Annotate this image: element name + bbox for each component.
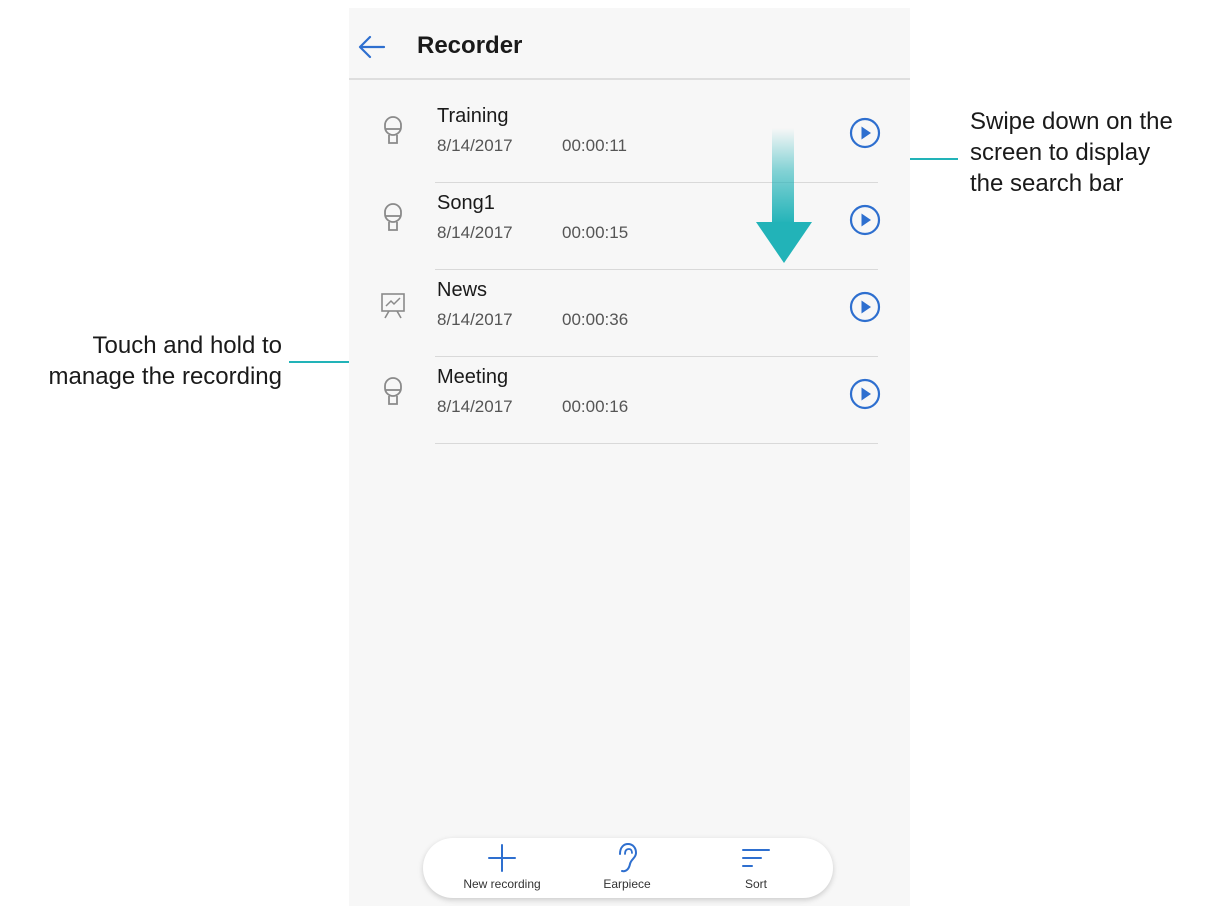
- swipe-annotation: Swipe down on the screen to display the …: [970, 106, 1215, 199]
- phone-screen: Recorder Training 8/14/2017 00:00:11 Son…: [349, 8, 910, 906]
- recording-name: Meeting: [437, 366, 509, 388]
- bottom-toolbar: New recording Earpiece Sort: [423, 838, 833, 898]
- new-recording-button[interactable]: New recording: [442, 838, 562, 898]
- presentation-icon: [373, 286, 413, 326]
- play-icon: [849, 117, 881, 149]
- recording-date: 8/14/2017: [437, 397, 513, 416]
- plus-icon: [484, 840, 520, 876]
- ear-icon: [609, 840, 645, 876]
- recording-date: 8/14/2017: [437, 223, 513, 242]
- stage: Touch and hold to manage the recording S…: [0, 0, 1215, 906]
- recording-name: News: [437, 279, 488, 301]
- recording-duration: 00:00:36: [562, 310, 629, 329]
- recording-row-training[interactable]: Training 8/14/2017 00:00:11: [349, 96, 910, 183]
- play-button[interactable]: [848, 377, 882, 411]
- recording-duration: 00:00:11: [562, 136, 627, 155]
- sort-icon: [738, 840, 774, 876]
- recording-date: 8/14/2017: [437, 310, 513, 329]
- page-title: Recorder: [417, 32, 523, 59]
- recording-list: Training 8/14/2017 00:00:11 Song1 8/14/2…: [349, 96, 910, 444]
- recording-date: 8/14/2017: [437, 136, 513, 155]
- recording-duration: 00:00:16: [562, 397, 629, 416]
- microphone-icon: [373, 373, 413, 413]
- hold-annotation: Touch and hold to manage the recording: [0, 330, 282, 392]
- back-button[interactable]: [355, 30, 389, 64]
- play-icon: [849, 378, 881, 410]
- microphone-icon: [373, 112, 413, 152]
- play-button[interactable]: [848, 290, 882, 324]
- earpiece-label: Earpiece: [603, 877, 651, 891]
- play-button[interactable]: [848, 203, 882, 237]
- microphone-icon: [373, 199, 413, 239]
- recording-row-news[interactable]: News 8/14/2017 00:00:36: [349, 270, 910, 357]
- recording-row-song1[interactable]: Song1 8/14/2017 00:00:15: [349, 183, 910, 270]
- recording-name: Training: [437, 105, 509, 127]
- recording-duration: 00:00:15: [562, 223, 629, 242]
- play-icon: [849, 204, 881, 236]
- swipe-annotation-line2: screen to display: [970, 139, 1151, 166]
- play-icon: [849, 291, 881, 323]
- new-recording-label: New recording: [463, 877, 541, 891]
- play-button[interactable]: [848, 116, 882, 150]
- swipe-down-arrow-icon: [756, 128, 812, 263]
- sort-button[interactable]: Sort: [696, 838, 816, 898]
- swipe-annotation-line3: the search bar: [970, 170, 1124, 197]
- row-divider: [435, 443, 878, 444]
- sort-label: Sort: [744, 877, 767, 891]
- recording-name: Song1: [437, 192, 495, 214]
- app-header: Recorder: [349, 8, 910, 80]
- hold-annotation-line1: Touch and hold to: [92, 332, 282, 359]
- back-arrow-icon: [358, 35, 386, 59]
- swipe-annotation-line1: Swipe down on the: [970, 108, 1173, 135]
- recording-row-meeting[interactable]: Meeting 8/14/2017 00:00:16: [349, 357, 910, 444]
- hold-annotation-line2: manage the recording: [48, 363, 282, 390]
- earpiece-button[interactable]: Earpiece: [567, 838, 687, 898]
